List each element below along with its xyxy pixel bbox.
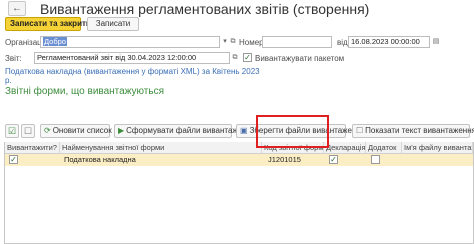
row-appendix-checkbox[interactable]	[371, 155, 380, 164]
report-link[interactable]: Податкова накладна (вивантаження у форма…	[5, 67, 260, 76]
section-title: Звітні форми, що вивантажуються	[5, 86, 164, 97]
row-export-checkbox[interactable]: ✓	[9, 155, 18, 164]
window-title: Вивантаження регламентованих звітів (ств…	[40, 1, 370, 17]
checkbox-icon: ☐	[356, 126, 364, 135]
organization-field[interactable]: Добро	[40, 36, 220, 48]
show-text-button[interactable]: ☐ Показати текст вивантаження	[352, 124, 474, 138]
write-button[interactable]: Записати	[87, 17, 139, 31]
play-icon: ▶	[118, 126, 125, 135]
refresh-icon: ⟳	[44, 126, 51, 135]
refresh-label: Оновити список	[52, 126, 112, 135]
save-and-close-button[interactable]: Записати та закрити	[5, 17, 91, 31]
save-files-label: Зберегти файли вивантаження	[249, 126, 366, 135]
report-open-icon[interactable]: ⧉	[231, 52, 239, 64]
report-field[interactable]: Регламентований звіт від 30.04.2023 12:0…	[34, 52, 230, 64]
back-button[interactable]: ←	[8, 1, 26, 16]
organization-value: Добро	[43, 37, 67, 46]
check-all-button[interactable]: ☑	[5, 124, 19, 138]
refresh-list-button[interactable]: ⟳ Оновити список	[40, 124, 112, 138]
batch-checkbox[interactable]: ✓	[243, 53, 252, 62]
column-header-declaration[interactable]: Декларація	[324, 142, 366, 154]
row-form-name: Податкова накладна	[64, 155, 136, 164]
report-link-line1: Податкова накладна (вивантаження у форма…	[5, 67, 260, 76]
arrow-left-icon: ←	[12, 3, 22, 14]
uncheck-all-button[interactable]: ☐	[21, 124, 35, 138]
row-form-code: J1201015	[268, 155, 301, 164]
column-header-appendix[interactable]: Додаток	[366, 142, 402, 154]
organization-open-icon[interactable]: ⧉	[229, 36, 237, 48]
date-field[interactable]: 16.08.2023 00:00:00	[348, 36, 430, 48]
column-header-name[interactable]: Найменування звітної форми	[60, 142, 262, 154]
generate-files-button[interactable]: ▶ Сформувати файли вивантаження	[114, 124, 255, 138]
uncheck-all-icon: ☐	[23, 126, 33, 136]
save-files-button[interactable]: ▣ Зберегти файли вивантаження	[236, 124, 365, 138]
column-header-file-name[interactable]: Ім'я файлу вивантаження	[402, 142, 473, 154]
check-all-icon: ☑	[7, 126, 17, 136]
number-field[interactable]	[262, 36, 332, 48]
show-text-label: Показати текст вивантаження	[365, 126, 474, 135]
batch-label: Вивантажувати пакетом	[255, 54, 345, 63]
save-icon: ▣	[240, 126, 248, 135]
report-label: Звіт:	[5, 54, 22, 63]
organization-dropdown-icon[interactable]: ▾	[221, 36, 229, 48]
row-declaration-checkbox[interactable]: ✓	[329, 155, 338, 164]
column-header-export[interactable]: Вивантажити?	[5, 142, 60, 154]
column-header-code[interactable]: Код звітної форми	[262, 142, 324, 154]
calendar-icon[interactable]: ▤	[431, 36, 441, 48]
report-link-line2[interactable]: р.	[5, 76, 12, 85]
